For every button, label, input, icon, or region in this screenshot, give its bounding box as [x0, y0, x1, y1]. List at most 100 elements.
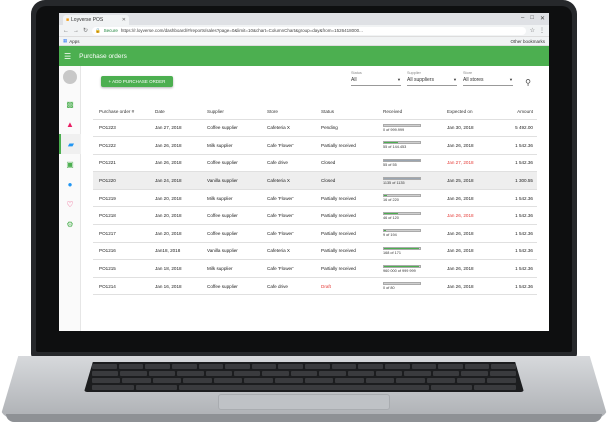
basket-icon[interactable]: ▲: [59, 114, 81, 134]
url-field[interactable]: 🔒 Secure https://r.loyverse.com/dashboar…: [92, 26, 526, 35]
table-row[interactable]: PO1220 Jan 24, 2018 Vanilla supplier Cafete…: [93, 171, 537, 190]
browser-tab[interactable]: ■ Loyverse POS ✕: [63, 15, 129, 25]
table-row[interactable]: PO1214 Jan 16, 2018 Coffee supplier Cafe dr…: [93, 277, 537, 296]
table-row[interactable]: PO1222 Jan 26, 2018 Milk supplier Cafe 'Flo…: [93, 136, 537, 155]
customers-card-icon[interactable]: ▣: [59, 154, 81, 174]
minimize-icon[interactable]: –: [521, 15, 524, 22]
table-row[interactable]: PO1215 Jan 18, 2018 Milk supplier Cafe 'Flo…: [93, 259, 537, 278]
expected-cell: Jan 26, 2018: [447, 259, 497, 278]
amount-cell: 5 492.00: [497, 119, 537, 138]
received-progress-bar: [383, 246, 421, 250]
employees-icon[interactable]: ●: [59, 174, 81, 194]
supplier-cell: Milk supplier: [207, 259, 267, 278]
expected-cell: Jan 26, 2018: [447, 189, 497, 208]
received-text: 960 000 of 999 999: [383, 268, 416, 273]
received-progress-fill: [384, 195, 387, 197]
received-progress-fill: [384, 142, 398, 144]
store-filter[interactable]: Store All stores ▼: [463, 71, 513, 86]
amount-cell: 1 300.55: [497, 171, 537, 190]
received-text: 0 of 999.999: [383, 127, 405, 132]
received-cell: 55 of 55: [383, 154, 447, 173]
table-row[interactable]: PO1219 Jan 20, 2018 Milk supplier Cafe 'Flo…: [93, 189, 537, 208]
supplier-cell: Coffee supplier: [207, 119, 267, 138]
maximize-icon[interactable]: □: [530, 15, 534, 22]
col-header-store[interactable]: Store: [267, 104, 321, 120]
received-cell: 55 of 144.453: [383, 136, 447, 155]
received-text: 168 of 171: [383, 250, 401, 255]
lock-icon: 🔒: [95, 27, 101, 33]
expected-cell: Jan 27, 2018: [447, 154, 497, 173]
forward-icon[interactable]: →: [73, 28, 79, 34]
purchase-orders-table: Purchase order # Date Supplier Store Sta…: [93, 104, 537, 296]
add-purchase-order-button[interactable]: + ADD PURCHASE ORDER: [101, 76, 173, 87]
status-cell: Partially received: [321, 136, 383, 155]
search-icon[interactable]: ⚲: [525, 78, 531, 87]
reload-icon[interactable]: ↻: [83, 27, 88, 34]
table-row[interactable]: PO1218 Jan 20, 2018 Coffee supplier Cafe 'F…: [93, 206, 537, 226]
status-cell: Draft: [321, 277, 383, 296]
supplier-filter[interactable]: Supplier All suppliers ▼: [407, 71, 457, 86]
favicon-icon: ■: [66, 17, 70, 23]
po-cell: PO1218: [93, 206, 155, 226]
status-filter[interactable]: Status All ▼: [351, 71, 401, 86]
store-cell: Cafeteria X: [267, 119, 321, 138]
menu-dots-icon[interactable]: ⋮: [539, 27, 545, 34]
supplier-cell: Milk supplier: [207, 136, 267, 155]
date-cell: Jan 26, 2018: [155, 154, 207, 173]
expected-cell: Jan 26, 2018: [447, 206, 497, 226]
supplier-cell: Vanilla supplier: [207, 171, 267, 190]
received-progress-fill: [384, 265, 419, 267]
col-header-amount[interactable]: Amount: [497, 104, 537, 120]
status-cell: Partially received: [321, 242, 383, 261]
po-cell: PO1216: [93, 242, 155, 261]
date-cell: Jan 27, 2018: [155, 119, 207, 138]
date-cell: Jan 20, 2018: [155, 224, 207, 243]
expected-cell: Jan 30, 2018: [447, 119, 497, 138]
amount-cell: 1 542.36: [497, 189, 537, 208]
back-icon[interactable]: ←: [63, 28, 69, 34]
table-row[interactable]: PO1223 Jan 27, 2018 Coffee supplier Cafeter…: [93, 119, 537, 138]
address-bar-row: ← → ↻ 🔒 Secure https://r.loyverse.com/da…: [59, 25, 549, 37]
col-header-status[interactable]: Status: [321, 104, 383, 120]
heart-icon[interactable]: ♡: [59, 194, 81, 214]
apps-bookmark[interactable]: Apps: [69, 39, 79, 44]
received-text: 46 of 120: [383, 215, 399, 220]
received-cell: 960 000 of 999 999: [383, 259, 447, 278]
col-header-supplier[interactable]: Supplier: [207, 104, 267, 120]
received-progress-bar: [383, 176, 421, 180]
table-row[interactable]: PO1221 Jan 26, 2018 Coffee supplier Cafe dr…: [93, 154, 537, 173]
supplier-cell: Coffee supplier: [207, 277, 267, 296]
store-cell: Cafe 'Flower': [267, 136, 321, 155]
sidebar: ▩ ▲ ▰ ▣ ● ♡ ⚙: [59, 66, 81, 331]
table-row[interactable]: PO1216 Jan18, 2018 Vanilla supplier Cafeter…: [93, 242, 537, 261]
trackpad: [218, 394, 390, 410]
gear-icon[interactable]: ⚙: [59, 214, 81, 234]
status-filter-value: All: [351, 77, 357, 83]
amount-cell: 1 542.36: [497, 154, 537, 173]
received-progress-bar: [383, 229, 421, 233]
col-header-expected[interactable]: Expected on: [447, 104, 497, 120]
reports-chart-icon[interactable]: ▩: [59, 94, 81, 114]
hamburger-menu-icon[interactable]: ☰: [64, 52, 71, 61]
po-cell: PO1221: [93, 154, 155, 173]
table-row[interactable]: PO1217 Jan 20, 2018 Coffee supplier Cafe 'F…: [93, 224, 537, 243]
browser-window: ■ Loyverse POS ✕ – □ ✕ ← → ↻ 🔒 Secure ht…: [59, 13, 549, 331]
supplier-cell: Coffee supplier: [207, 154, 267, 173]
close-tab-icon[interactable]: ✕: [122, 17, 126, 23]
supplier-filter-value: All suppliers: [407, 77, 434, 83]
received-text: 55 of 144.453: [383, 145, 407, 150]
avatar[interactable]: [62, 70, 77, 84]
apps-grid-icon: ▦: [63, 38, 68, 43]
url-text: https://r.loyverse.com/dashboard/#/repor…: [120, 28, 363, 33]
close-window-icon[interactable]: ✕: [540, 15, 545, 22]
filters-row: + ADD PURCHASE ORDER Status All ▼ Supplie…: [89, 66, 545, 104]
tab-title: Loyverse POS: [71, 17, 104, 23]
col-header-po[interactable]: Purchase order #: [93, 104, 155, 120]
store-cell: Cafeteria X: [267, 171, 321, 190]
star-icon[interactable]: ☆: [530, 27, 535, 34]
status-cell: Partially received: [321, 259, 383, 278]
col-header-received[interactable]: Received: [383, 104, 447, 120]
col-header-date[interactable]: Date: [155, 104, 207, 120]
inventory-cart-icon[interactable]: ▰: [59, 134, 81, 154]
other-bookmarks[interactable]: Other bookmarks: [510, 39, 545, 44]
